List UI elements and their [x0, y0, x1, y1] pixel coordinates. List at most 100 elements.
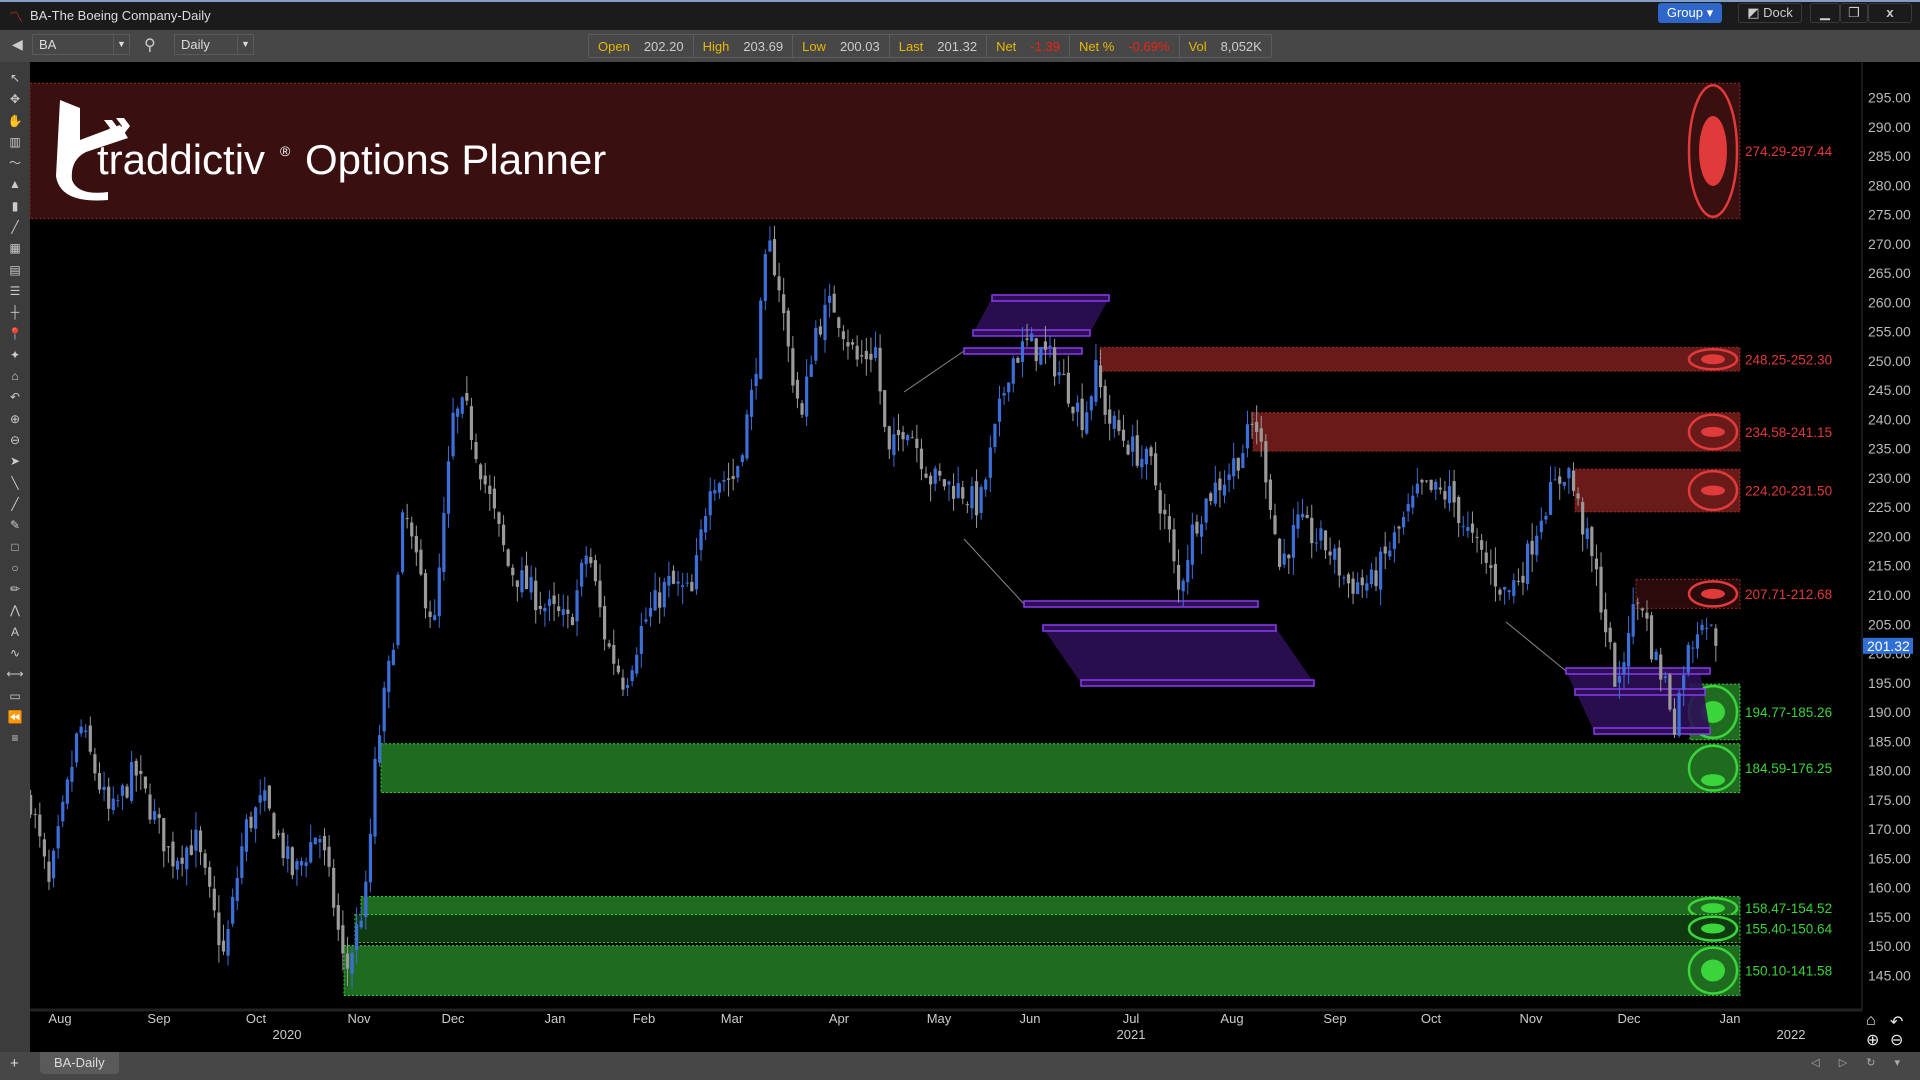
home-icon[interactable]: ⌂: [1866, 1012, 1876, 1030]
list-icon[interactable]: ☰: [6, 281, 24, 302]
candle-body: [1066, 372, 1070, 404]
logo-product: Options Planner: [305, 136, 606, 183]
price-tick-label: 240.00: [1868, 411, 1911, 427]
menu-icon[interactable]: ≡: [6, 728, 24, 749]
candle-body: [717, 483, 721, 493]
candle-body: [1098, 365, 1103, 388]
candle-body: [1048, 345, 1052, 348]
candle-body: [336, 905, 340, 930]
ray-icon[interactable]: ╱: [6, 494, 24, 515]
candle-body: [143, 776, 148, 789]
zone-label: 150.10-141.58: [1745, 964, 1832, 979]
candle-body: [396, 574, 400, 646]
candle-body: [120, 785, 125, 796]
circle-icon[interactable]: ○: [6, 558, 24, 579]
candle-body: [584, 555, 588, 565]
horizontal-line-icon[interactable]: ┼: [6, 302, 24, 323]
hand-icon[interactable]: ✋: [6, 111, 24, 132]
price-tick-label: 220.00: [1868, 528, 1911, 544]
candle-body: [313, 837, 317, 845]
candle-body: [699, 529, 703, 550]
candle-body: [644, 619, 648, 622]
candle-body: [244, 819, 249, 852]
trend-icon[interactable]: ╱: [6, 217, 24, 238]
add-tab-button[interactable]: +: [10, 1055, 19, 1072]
zoom-in-icon[interactable]: ⊕: [1866, 1030, 1879, 1050]
candle-body: [538, 605, 542, 609]
candle-body: [1195, 521, 1199, 534]
marker-icon[interactable]: ✦: [6, 345, 24, 366]
candle-body: [860, 355, 864, 357]
candle-body: [621, 677, 625, 690]
candle-body: [1287, 554, 1291, 559]
candle-body: [648, 607, 653, 617]
candle-body: [1379, 551, 1383, 590]
candle-body: [1622, 662, 1626, 675]
crosshair-icon[interactable]: ✥: [6, 89, 24, 110]
fib-icon[interactable]: ⋀: [6, 600, 24, 621]
candle-body: [524, 565, 529, 590]
month-label: Oct: [1421, 1011, 1442, 1026]
candle-body: [1677, 692, 1681, 736]
grid-icon[interactable]: ▦: [6, 238, 24, 259]
candle-body: [547, 599, 552, 606]
zoom-out-icon[interactable]: ⊖: [6, 430, 24, 451]
undo-icon[interactable]: ↶: [1890, 1012, 1903, 1032]
label-icon[interactable]: ▭: [6, 686, 24, 707]
path-icon[interactable]: ∿: [6, 643, 24, 664]
month-label: Jan: [1720, 1011, 1741, 1026]
rectangle-icon[interactable]: □: [6, 537, 24, 558]
measure-icon[interactable]: ⟷: [6, 664, 24, 685]
candle-body: [690, 581, 694, 592]
undo-icon[interactable]: ↶: [6, 387, 24, 408]
pin-icon[interactable]: 📍: [6, 324, 24, 345]
pointer-icon[interactable]: ➤: [6, 451, 24, 472]
candle-body: [915, 438, 919, 449]
candle-body: [332, 867, 336, 908]
candle-body: [855, 345, 859, 360]
candle-body: [446, 461, 451, 514]
candle-body: [772, 239, 777, 276]
candle-body: [488, 485, 492, 495]
line-chart-icon[interactable]: 〜: [6, 153, 24, 174]
candle-body: [1062, 374, 1066, 376]
candle-body: [130, 761, 134, 801]
candle-body: [653, 590, 657, 611]
candle-icon[interactable]: ▮: [6, 196, 24, 217]
candle-body: [1443, 491, 1447, 500]
rewind-icon[interactable]: ⏪: [6, 707, 24, 728]
pen-icon[interactable]: ✎: [6, 515, 24, 536]
tab-ba-daily[interactable]: BA-Daily: [40, 1052, 119, 1074]
zoom-in-icon[interactable]: ⊕: [6, 409, 24, 430]
candle-body: [749, 389, 754, 417]
candle-body: [451, 412, 455, 457]
candle-body: [318, 838, 322, 843]
pencil-icon[interactable]: ✏: [6, 579, 24, 600]
candle-body: [906, 435, 910, 441]
candle-body: [1158, 490, 1162, 514]
candle-body: [1314, 542, 1318, 544]
candle-body: [373, 758, 377, 837]
tab-navigation[interactable]: ◁ ▷ ↻ ▾: [1811, 1056, 1908, 1069]
zone-resistance: [1099, 346, 1741, 372]
zoom-out-icon[interactable]: ⊖: [1890, 1030, 1903, 1050]
cursor-icon[interactable]: ↖: [6, 68, 24, 89]
home-icon[interactable]: ⌂: [6, 366, 24, 387]
candle-body: [1296, 514, 1300, 529]
price-chart[interactable]: 274.29-297.44 248.25-252.30 234.58-241.15 2…: [0, 0, 1920, 1052]
candle-body: [1631, 604, 1635, 637]
candle-body: [726, 478, 731, 480]
line-tool-icon[interactable]: ╲: [6, 473, 24, 494]
area-icon[interactable]: ▲: [6, 174, 24, 195]
candle-body: [529, 576, 533, 593]
candle-body: [630, 670, 634, 682]
table-icon[interactable]: ▤: [6, 260, 24, 281]
bar-icon[interactable]: ▥: [6, 132, 24, 153]
candle-body: [1117, 420, 1121, 432]
candle-body: [892, 434, 896, 456]
text-icon[interactable]: A: [6, 622, 24, 643]
candle-body: [1112, 415, 1116, 429]
zone-dot-icon: [1701, 903, 1725, 914]
candle-body: [456, 408, 460, 417]
candle-body: [1420, 479, 1424, 483]
